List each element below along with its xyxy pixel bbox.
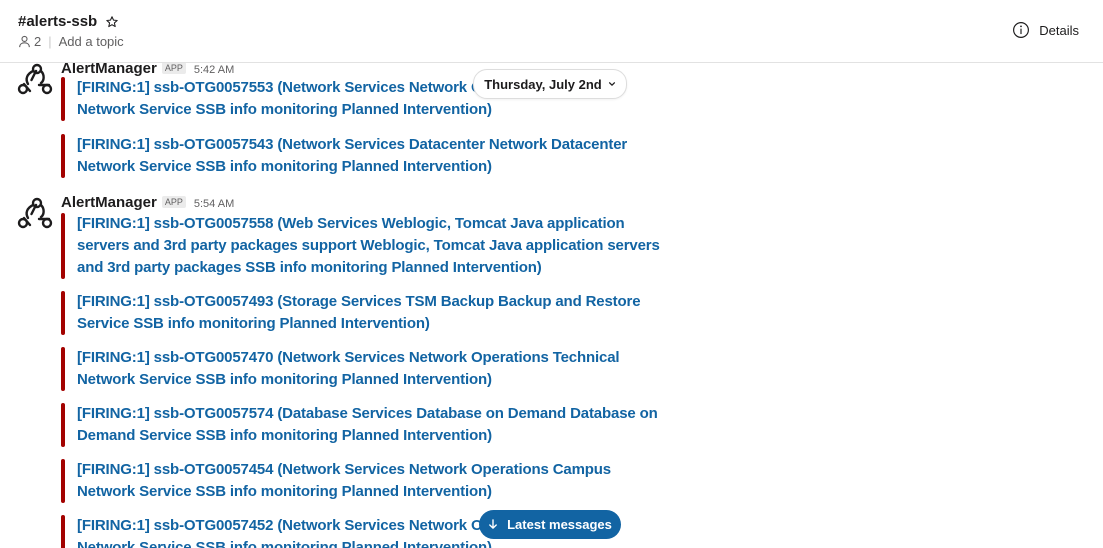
latest-messages-label: Latest messages bbox=[507, 517, 612, 532]
channel-header: #alerts-ssb 2 | Add a topic Details bbox=[0, 0, 1103, 63]
details-button[interactable]: Details bbox=[1012, 21, 1079, 39]
alert-attachment: [FIRING:1] ssb-OTG0057558 (Web Services … bbox=[61, 213, 661, 279]
channel-name[interactable]: #alerts-ssb bbox=[18, 13, 97, 30]
arrow-down-icon bbox=[489, 519, 498, 529]
alert-link[interactable]: [FIRING:1] ssb-OTG0057493 (Storage Servi… bbox=[77, 291, 661, 335]
alert-link[interactable]: [FIRING:1] ssb-OTG0057454 (Network Servi… bbox=[77, 459, 661, 503]
message-list[interactable]: AlertManager APP 5:42 AM [FIRING:1] ssb-… bbox=[0, 62, 1103, 548]
sender-name[interactable]: AlertManager bbox=[61, 62, 157, 77]
member-count[interactable]: 2 bbox=[34, 34, 41, 49]
star-icon[interactable] bbox=[105, 15, 119, 29]
app-badge: APP bbox=[161, 196, 186, 208]
alert-attachment: [FIRING:1] ssb-OTG0057470 (Network Servi… bbox=[61, 347, 661, 391]
alert-attachment: [FIRING:1] ssb-OTG0057493 (Storage Servi… bbox=[61, 291, 661, 335]
alert-color-bar bbox=[61, 459, 65, 503]
channel-meta: 2 | Add a topic bbox=[18, 34, 124, 49]
alert-link[interactable]: [FIRING:1] ssb-OTG0057543 (Network Servi… bbox=[77, 134, 661, 178]
sender-name[interactable]: AlertManager bbox=[61, 194, 157, 211]
alert-color-bar bbox=[61, 213, 65, 279]
chevron-down-icon bbox=[608, 82, 615, 86]
latest-messages-button[interactable]: Latest messages bbox=[479, 510, 621, 539]
alert-color-bar bbox=[61, 134, 65, 178]
alert-color-bar bbox=[61, 515, 65, 548]
alert-link[interactable]: [FIRING:1] ssb-OTG0057574 (Database Serv… bbox=[77, 403, 661, 447]
app-badge: APP bbox=[161, 62, 186, 74]
alert-attachment: [FIRING:1] ssb-OTG0057574 (Database Serv… bbox=[61, 403, 661, 447]
date-divider-label: Thursday, July 2nd bbox=[484, 76, 602, 92]
webhook-avatar-icon[interactable] bbox=[17, 197, 53, 233]
member-icon[interactable] bbox=[18, 35, 31, 48]
info-icon bbox=[1013, 22, 1030, 38]
alert-attachment: [FIRING:1] ssb-OTG0057454 (Network Servi… bbox=[61, 459, 661, 503]
timestamp[interactable]: 5:42 AM bbox=[194, 64, 234, 76]
date-divider-button[interactable]: Thursday, July 2nd bbox=[473, 69, 627, 99]
add-topic-link[interactable]: Add a topic bbox=[59, 34, 124, 49]
message-header: AlertManager APP 5:54 AM bbox=[61, 194, 234, 211]
alert-link[interactable]: [FIRING:1] ssb-OTG0057470 (Network Servi… bbox=[77, 347, 661, 391]
alert-color-bar bbox=[61, 403, 65, 447]
alert-color-bar bbox=[61, 77, 65, 121]
message-header: AlertManager APP 5:42 AM bbox=[61, 62, 234, 77]
details-label: Details bbox=[1039, 22, 1079, 38]
timestamp[interactable]: 5:54 AM bbox=[194, 198, 234, 210]
alert-link[interactable]: [FIRING:1] ssb-OTG0057558 (Web Services … bbox=[77, 213, 661, 279]
alert-attachment: [FIRING:1] ssb-OTG0057543 (Network Servi… bbox=[61, 134, 661, 178]
alert-color-bar bbox=[61, 347, 65, 391]
webhook-avatar-icon[interactable] bbox=[17, 63, 53, 99]
channel-title[interactable]: #alerts-ssb bbox=[18, 13, 119, 30]
meta-divider: | bbox=[48, 34, 52, 49]
alert-color-bar bbox=[61, 291, 65, 335]
